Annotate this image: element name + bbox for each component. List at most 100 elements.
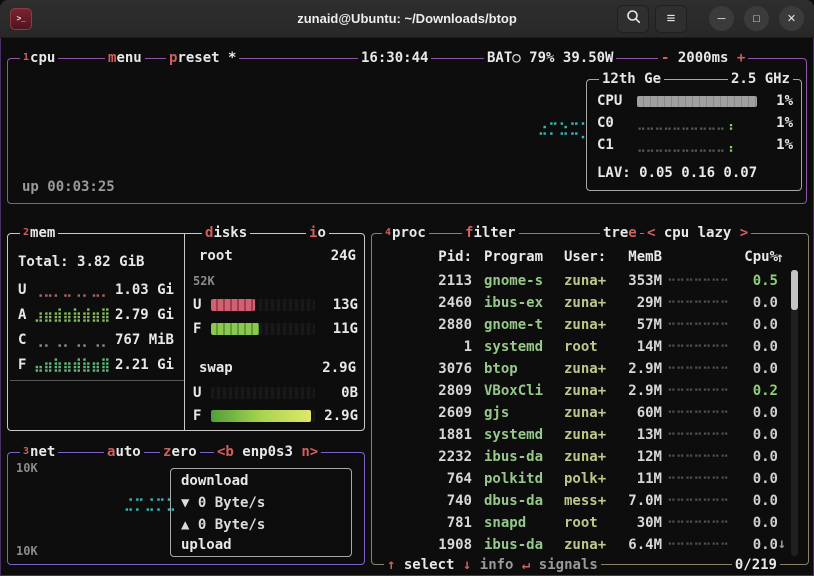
process-row[interactable]: 740dbus-damess+7.0M⠒⠒⠒⠒⠒⠒⠒0.0 xyxy=(372,490,808,512)
process-mem: 2.9M xyxy=(626,383,662,399)
mem-used-row: U⢀⣀⡀⣀⢀⡀⣀⡀1.03 Gi xyxy=(18,280,174,300)
process-cpu: 0.0 xyxy=(734,339,778,355)
process-name: ibus-ex xyxy=(484,295,564,311)
process-pid: 781 xyxy=(378,515,472,531)
mem-panel: 2mem disks io Total: 3.82 GiB U⢀⣀⡀⣀⢀⡀⣀⡀1… xyxy=(7,233,365,431)
header-user[interactable]: User: xyxy=(564,249,626,265)
menu-button-btop[interactable]: menu xyxy=(105,48,145,68)
io-scale: 52K xyxy=(193,274,215,288)
header-pid[interactable]: Pid: xyxy=(378,249,472,265)
close-button[interactable]: ✕ xyxy=(779,6,804,31)
swap-used-meter xyxy=(211,387,315,399)
process-mem: 353M xyxy=(626,273,662,289)
search-icon xyxy=(626,9,641,28)
process-row[interactable]: 764polkitdpolk+11M⠒⠒⠒⠒⠒⠒⠒0.0 xyxy=(372,468,808,490)
core0-row: C0 ⣀⣀⣀⣀⣀⣀⣀⣀⣀⣀⢠ 1% xyxy=(597,112,793,134)
process-mem: 30M xyxy=(626,515,662,531)
signals-key[interactable]: ↵ xyxy=(522,557,530,573)
process-mem: 7.0M xyxy=(626,493,662,509)
net-zero-toggle[interactable]: zero xyxy=(160,442,200,462)
process-pid: 2880 xyxy=(378,317,472,333)
process-user: zuna+ xyxy=(564,273,626,289)
net-scale-bottom: 10K xyxy=(16,544,38,558)
interval-increase-button[interactable]: + xyxy=(737,50,745,66)
header-mem[interactable]: MemB xyxy=(626,249,662,265)
proc-selection-count: 0/219 xyxy=(732,555,780,575)
process-cpu: 0.0 xyxy=(734,317,778,333)
cpu-total-row: CPU 1% xyxy=(597,90,793,112)
swap-free-meter xyxy=(211,410,315,422)
mem-used-graph: ⢀⣀⡀⣀⢀⡀⣀⡀ xyxy=(34,283,115,298)
upload-label: upload xyxy=(181,537,232,553)
interval-decrease-button[interactable]: - xyxy=(661,50,669,66)
process-pid: 2809 xyxy=(378,383,472,399)
process-row[interactable]: 2609gjszuna+60M⠒⠒⠒⠒⠒⠒⠒0.0 xyxy=(372,402,808,424)
process-name: polkitd xyxy=(484,471,564,487)
process-row[interactable]: 1systemdroot14M⠒⠒⠒⠒⠒⠒⠒0.0 xyxy=(372,336,808,358)
proc-panel-number: 4 xyxy=(385,227,391,238)
process-user: zuna+ xyxy=(564,449,626,465)
process-user: root xyxy=(564,339,626,355)
header-program[interactable]: Program xyxy=(484,249,564,265)
mem-available-graph: ⣰⣶⣾⣶⣷⣾⣶⣿ xyxy=(34,308,115,323)
sort-column-label: cpu lazy xyxy=(664,225,731,241)
select-key[interactable]: ↑ xyxy=(387,557,395,573)
process-mem: 11M xyxy=(626,471,662,487)
hamburger-menu-button[interactable]: ≡ xyxy=(655,5,687,33)
proc-scrollbar[interactable] xyxy=(791,270,798,556)
iface-prev-button[interactable]: <b xyxy=(217,444,234,460)
cpu-panel: 1cpu menu preset * 16:30:44 BAT○ 79% 39.… xyxy=(7,58,807,204)
uptime: up 00:03:25 xyxy=(22,179,115,195)
process-cpu-graph: ⠒⠒⠒⠒⠒⠒⠒ xyxy=(662,274,734,288)
update-interval: - 2000ms + xyxy=(658,48,748,68)
process-row[interactable]: 2232ibus-dazuna+12M⠒⠒⠒⠒⠒⠒⠒0.0 xyxy=(372,446,808,468)
load-average: LAV: 0.05 0.16 0.07 xyxy=(597,165,793,181)
header-cpu[interactable]: Cpu% xyxy=(734,249,778,265)
process-mem: 13M xyxy=(626,427,662,443)
process-row[interactable]: 1908ibus-dazuna+6.4M⠒⠒⠒⠒⠒⠒⠒0.0 xyxy=(372,534,808,556)
process-mem: 6.4M xyxy=(626,537,662,553)
process-pid: 2113 xyxy=(378,273,472,289)
process-row[interactable]: 1881systemdzuna+13M⠒⠒⠒⠒⠒⠒⠒0.0 xyxy=(372,424,808,446)
sort-direction-icon[interactable]: ↑ xyxy=(776,250,784,266)
minimize-button[interactable]: ─ xyxy=(709,6,734,31)
process-cpu: 0.0 xyxy=(734,361,778,377)
net-auto-toggle[interactable]: auto xyxy=(104,442,144,462)
preset-button[interactable]: preset * xyxy=(166,48,239,68)
scroll-down-icon[interactable]: ↓ xyxy=(778,536,786,552)
cpu-model: 12th Ge xyxy=(599,69,664,89)
process-user: zuna+ xyxy=(564,427,626,443)
process-name: gnome-t xyxy=(484,317,564,333)
process-name: gjs xyxy=(484,405,564,421)
process-row[interactable]: 3076btopzuna+2.9M⠒⠒⠒⠒⠒⠒⠒0.0 xyxy=(372,358,808,380)
process-row[interactable]: 2113gnome-szuna+353M⠒⠒⠒⠒⠒⠒⠒0.5 xyxy=(372,270,808,292)
sort-prev-icon[interactable]: < xyxy=(647,225,655,241)
process-user: zuna+ xyxy=(564,317,626,333)
process-mem: 57M xyxy=(626,317,662,333)
process-row[interactable]: 781snapdroot30M⠒⠒⠒⠒⠒⠒⠒0.0 xyxy=(372,512,808,534)
interval-value: 2000ms xyxy=(678,50,729,66)
process-row[interactable]: 2880gnome-tzuna+57M⠒⠒⠒⠒⠒⠒⠒0.0 xyxy=(372,314,808,336)
process-cpu-graph: ⠒⠒⠒⠒⠒⠒⠒ xyxy=(662,472,734,486)
process-pid: 740 xyxy=(378,493,472,509)
filter-button[interactable]: filter xyxy=(462,223,519,243)
cpu-total-meter xyxy=(637,96,757,107)
core1-row: C1 ⣀⣀⣀⣀⣀⣀⣀⣀⣀⣀⢠ 1% xyxy=(597,134,793,156)
proc-panel: 4proc filter tree < cpu lazy > Pid: Prog… xyxy=(371,233,809,565)
process-row[interactable]: 2460ibus-exzuna+29M⠒⠒⠒⠒⠒⠒⠒0.0 xyxy=(372,292,808,314)
tree-toggle[interactable]: tree xyxy=(600,223,640,243)
search-button[interactable] xyxy=(617,5,649,33)
root-used-meter xyxy=(211,299,315,311)
process-pid: 1908 xyxy=(378,537,472,553)
process-cpu: 0.0 xyxy=(734,515,778,531)
iface-next-button[interactable]: n> xyxy=(301,444,318,460)
maximize-button[interactable]: □ xyxy=(744,6,769,31)
process-name: VBoxCli xyxy=(484,383,564,399)
sort-next-icon[interactable]: > xyxy=(740,225,748,241)
mem-panel-title: 2mem xyxy=(20,223,58,243)
info-key[interactable]: ↓ xyxy=(463,557,471,573)
process-row[interactable]: 2809VBoxClizuna+2.9M⠒⠒⠒⠒⠒⠒⠒0.2 xyxy=(372,380,808,402)
hamburger-icon: ≡ xyxy=(667,10,676,27)
net-panel-title: 3net xyxy=(20,442,58,462)
proc-scrollbar-thumb[interactable] xyxy=(791,270,798,310)
